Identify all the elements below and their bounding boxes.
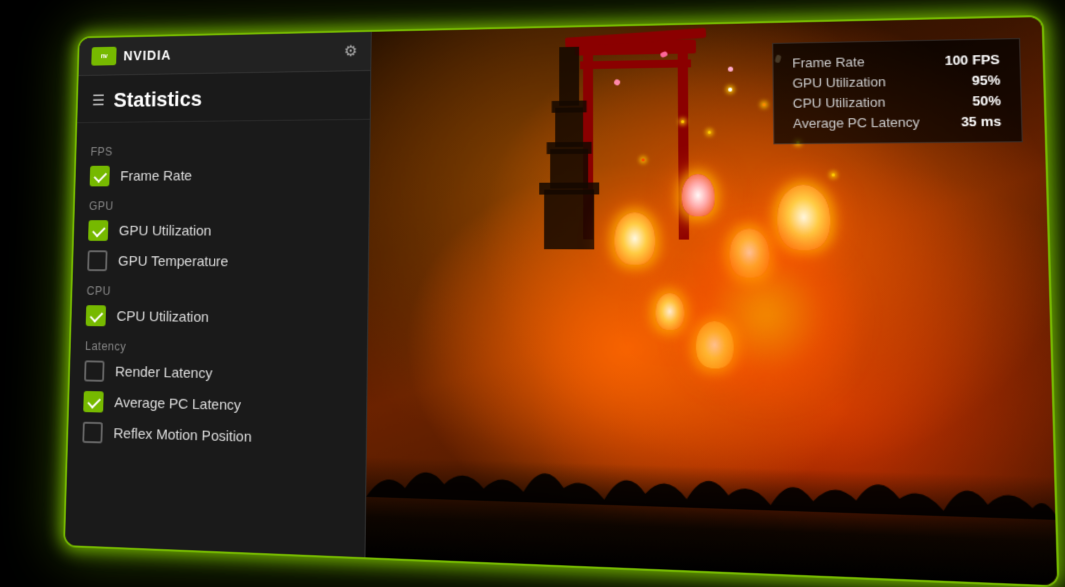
stat-name-2: CPU Utilization xyxy=(792,94,885,110)
checkbox-label-gpu-temperature: GPU Temperature xyxy=(117,252,228,269)
sidebar-title: Statistics xyxy=(113,86,202,112)
gear-icon[interactable]: ⚙ xyxy=(343,41,357,60)
checkbox-item-gpu-temperature[interactable]: GPU Temperature xyxy=(87,250,353,273)
game-screenshot: Frame Rate 100 FPS GPU Utilization 95% CPU U… xyxy=(365,17,1057,585)
main-content: Frame Rate 100 FPS GPU Utilization 95% CPU U… xyxy=(365,17,1057,585)
checkbox-frame-rate[interactable] xyxy=(89,165,109,186)
stat-name-3: Average PC Latency xyxy=(792,114,919,131)
stat-name-0: Frame Rate xyxy=(792,54,865,70)
nvidia-logo-area: nv NVIDIA xyxy=(91,45,171,65)
stat-value-3: 35 ms xyxy=(941,113,1001,129)
section-label-fps: FPS xyxy=(90,143,354,158)
checkbox-item-render-latency[interactable]: Render Latency xyxy=(84,360,351,386)
lantern-2 xyxy=(681,174,714,216)
monitor: nv NVIDIA ⚙ ☰ Statistics FPS Frame Rate GP… xyxy=(63,14,1059,587)
stat-row-2: CPU Utilization 50% xyxy=(792,92,1000,110)
checkbox-label-render-latency: Render Latency xyxy=(114,363,212,381)
section-label-latency: Latency xyxy=(84,339,351,357)
stat-row-1: GPU Utilization 95% xyxy=(792,72,1000,90)
spark-2 xyxy=(762,103,765,106)
checkbox-item-cpu-utilization[interactable]: CPU Utilization xyxy=(85,305,351,329)
nvidia-brand-text: NVIDIA xyxy=(123,47,171,63)
sidebar-content: FPS Frame Rate GPU GPU Utilization GPU Tempe… xyxy=(64,119,369,556)
spark-6 xyxy=(831,173,834,176)
spark-5 xyxy=(641,158,644,161)
checkbox-cpu-utilization[interactable] xyxy=(85,305,105,326)
stat-value-2: 50% xyxy=(940,92,1000,108)
section-label-gpu: GPU xyxy=(88,198,353,212)
checkbox-item-avg-pc-latency[interactable]: Average PC Latency xyxy=(83,390,351,418)
stat-row-0: Frame Rate 100 FPS xyxy=(792,51,1000,70)
stat-name-1: GPU Utilization xyxy=(792,74,885,91)
nvidia-logo: nv xyxy=(91,46,116,65)
checkbox-render-latency[interactable] xyxy=(84,360,104,381)
checkbox-label-cpu-utilization: CPU Utilization xyxy=(116,307,209,324)
checkbox-item-reflex-motion[interactable]: Reflex Motion Position xyxy=(82,421,350,450)
stat-value-1: 95% xyxy=(940,72,1000,88)
checkbox-label-reflex-motion: Reflex Motion Position xyxy=(113,424,251,444)
nvidia-logo-text: nv xyxy=(100,52,107,59)
stat-row-3: Average PC Latency 35 ms xyxy=(792,113,1001,131)
sidebar: nv NVIDIA ⚙ ☰ Statistics FPS Frame Rate GP… xyxy=(64,31,371,556)
checkbox-reflex-motion[interactable] xyxy=(82,421,103,443)
stat-value-0: 100 FPS xyxy=(939,51,999,67)
spark-7 xyxy=(727,87,731,91)
stats-overlay: Frame Rate 100 FPS GPU Utilization 95% CPU U… xyxy=(772,38,1023,144)
checkbox-label-frame-rate: Frame Rate xyxy=(120,167,192,183)
checkbox-gpu-utilization[interactable] xyxy=(88,220,108,241)
sidebar-title-row: ☰ Statistics xyxy=(77,70,370,122)
sidebar-header: nv NVIDIA ⚙ xyxy=(78,31,370,75)
pagoda xyxy=(529,46,609,264)
spark-3 xyxy=(680,120,683,123)
checkbox-gpu-temperature[interactable] xyxy=(87,250,107,271)
checkbox-label-gpu-utilization: GPU Utilization xyxy=(118,222,211,238)
section-label-cpu: CPU xyxy=(86,284,352,300)
hamburger-icon[interactable]: ☰ xyxy=(91,91,104,110)
checkbox-label-avg-pc-latency: Average PC Latency xyxy=(114,394,241,413)
checkbox-avg-pc-latency[interactable] xyxy=(83,390,103,412)
petal-2 xyxy=(727,66,732,71)
lantern-1 xyxy=(614,211,655,263)
spark-1 xyxy=(707,131,710,134)
monitor-wrapper: nv NVIDIA ⚙ ☰ Statistics FPS Frame Rate GP… xyxy=(43,22,1023,562)
checkbox-item-gpu-utilization[interactable]: GPU Utilization xyxy=(88,220,353,241)
fire-glow xyxy=(661,211,874,419)
checkbox-item-frame-rate[interactable]: Frame Rate xyxy=(89,164,353,186)
